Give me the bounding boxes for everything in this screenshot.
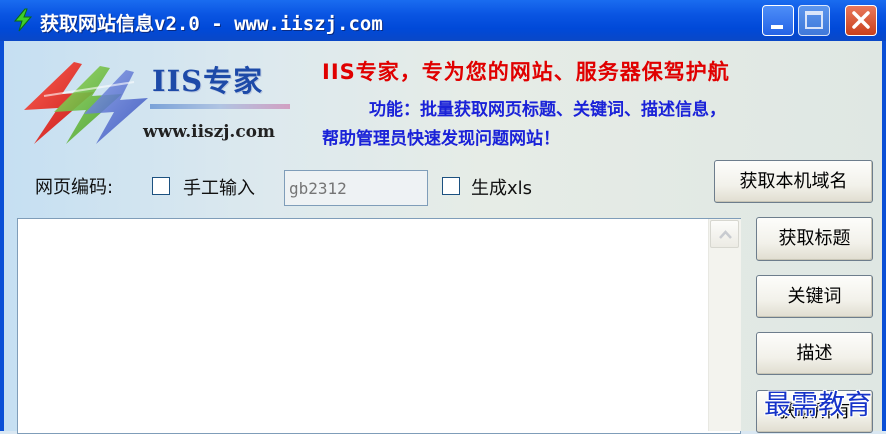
minimize-button[interactable] — [762, 5, 794, 36]
generate-xls-label[interactable]: 生成xls — [471, 174, 532, 200]
watermark-text: 最需教育 — [764, 390, 872, 421]
close-button[interactable] — [845, 5, 877, 36]
feature-line-2: 帮助管理员快速发现问题网站！ — [322, 129, 560, 149]
encoding-label: 网页编码: — [35, 177, 114, 198]
feature-line-1: 功能：批量获取网页标题、关键词、描述信息， — [369, 100, 726, 120]
description-button[interactable]: 描述 — [756, 332, 873, 375]
scroll-up-arrow-icon — [719, 230, 732, 239]
encoding-input[interactable] — [284, 170, 428, 206]
get-title-button[interactable]: 获取标题 — [756, 217, 873, 261]
title-bar[interactable]: 获取网站信息v2.0 - www.iiszj.com — [0, 0, 886, 41]
manual-input-label[interactable]: 手工输入 — [183, 174, 255, 200]
output-scrollbar[interactable] — [708, 219, 741, 431]
scroll-up-button[interactable] — [710, 220, 739, 248]
maximize-icon — [805, 11, 823, 29]
window-title: 获取网站信息v2.0 - www.iiszj.com — [40, 13, 383, 35]
keywords-button[interactable]: 关键词 — [756, 275, 873, 318]
maximize-button[interactable] — [798, 5, 830, 36]
output-textarea[interactable] — [17, 218, 741, 434]
get-hostname-button[interactable]: 获取本机域名 — [714, 160, 873, 203]
manual-input-checkbox[interactable] — [152, 177, 170, 195]
lightning-icon — [13, 8, 33, 32]
window-frame-right — [882, 41, 886, 431]
logo-url: www.iiszj.com — [143, 122, 275, 142]
logo-name: IIS专家 — [152, 64, 264, 98]
slogan-headline: IIS专家，专为您的网站、服务器保驾护航 — [322, 60, 730, 84]
generate-xls-checkbox[interactable] — [442, 177, 460, 195]
close-icon — [852, 11, 870, 29]
logo-underline — [150, 104, 290, 109]
minimize-icon — [771, 25, 783, 29]
